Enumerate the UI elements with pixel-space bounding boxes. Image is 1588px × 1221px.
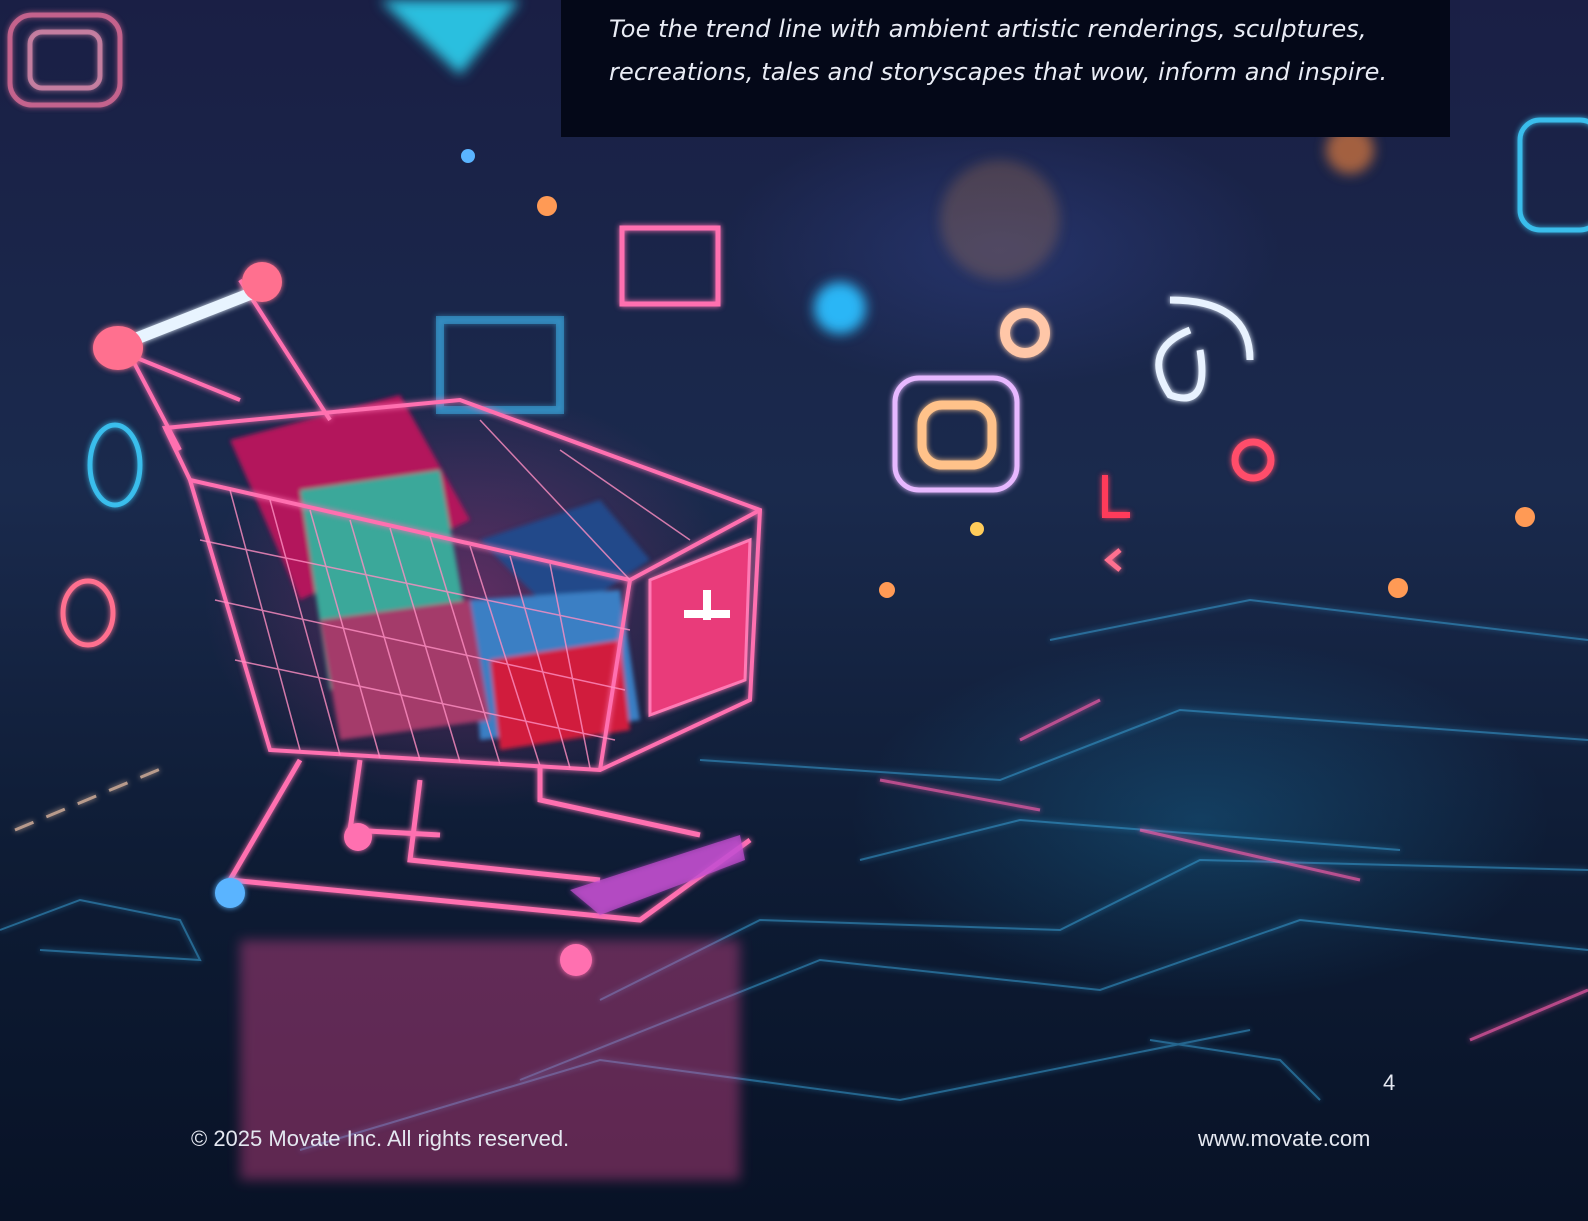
copyright-notice: © 2025 Movate Inc. All rights reserved. [191,1126,570,1151]
quote-box: Toe the trend line with ambient artistic… [561,0,1450,137]
page-number: 4 [1383,1070,1396,1095]
website-link[interactable]: www.movate.com [1198,1126,1370,1152]
quote-line-2: recreations, tales and storyscapes that … [609,58,1388,86]
shopping-cart-illustration [0,0,1588,1180]
quote-line-1: Toe the trend line with ambient artistic… [609,15,1367,43]
